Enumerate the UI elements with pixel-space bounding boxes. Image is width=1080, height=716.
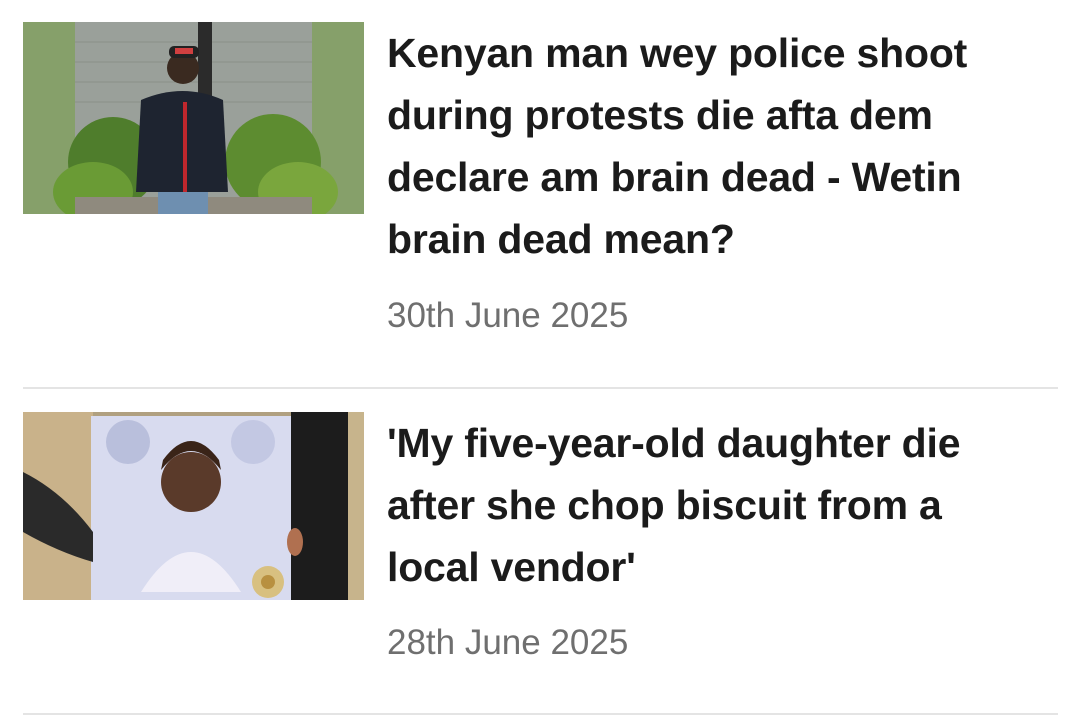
news-feed: Kenyan man wey police shoot during prote… [0,0,1080,716]
article-date: 30th June 2025 [387,296,629,335]
article-headline[interactable]: Kenyan man wey police shoot during prote… [387,22,1020,270]
article-headline[interactable]: 'My five-year-old daughter die after she… [387,412,1020,598]
article-date: 28th June 2025 [387,623,629,662]
article-thumbnail[interactable] [23,22,364,214]
thumbnail-image-girl-portrait [23,412,364,600]
thumbnail-image-man [23,22,364,214]
divider [23,713,1058,715]
article-card[interactable]: 'My five-year-old daughter die after she… [0,389,1080,715]
article-thumbnail[interactable] [23,412,364,600]
article-card[interactable]: Kenyan man wey police shoot during prote… [0,0,1080,388]
